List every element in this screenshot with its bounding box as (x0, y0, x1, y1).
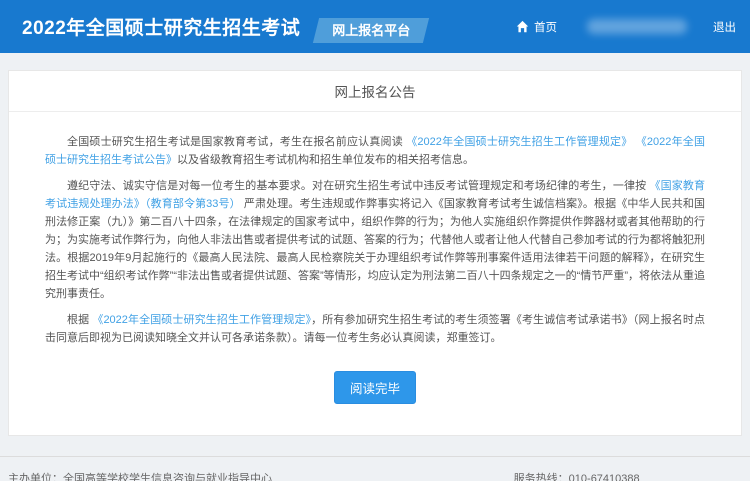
announcement-paragraph: 遵纪守法、诚实守信是对每一位考生的基本要求。对在研究生招生考试中违反考试管理规定… (45, 177, 705, 303)
announcement-text: 以及省级教育招生考试机构和招生单位发布的相关招考信息。 (177, 154, 474, 166)
announcement-text: 根据 (67, 314, 92, 326)
announcement-title: 网上报名公告 (9, 71, 741, 112)
home-icon (516, 20, 529, 33)
announcement-paragraph: 根据 《2022年全国硕士研究生招生工作管理规定》，所有参加研究生招生考试的考生… (45, 311, 705, 347)
home-link[interactable]: 首页 (516, 19, 557, 35)
app-header: 2022年全国硕士研究生招生考试 网上报名平台 首页 退出 (0, 0, 750, 53)
announcement-text: 全国硕士研究生招生考试是国家教育考试，考生在报名前应认真阅读 (67, 136, 406, 148)
platform-tab-label: 网上报名平台 (332, 23, 410, 38)
app-title: 2022年全国硕士研究生招生考试 (22, 13, 300, 40)
logout-link[interactable]: 退出 (713, 19, 736, 35)
announcement-link[interactable]: 《2022年全国硕士研究生招生工作管理规定》 (92, 314, 311, 326)
announcement-text: 严肃处理。考生违规或作弊事实将记入《国家教育考试考生诚信档案》。根据《中华人民共… (45, 198, 705, 300)
username-redacted (587, 19, 687, 34)
announcement-paragraph: 全国硕士研究生招生考试是国家教育考试，考生在报名前应认真阅读 《2022年全国硕… (45, 133, 705, 169)
footer-left: 主办单位：全国高等学校学生信息咨询与就业指导中心 Copyright © 200… (8, 469, 272, 481)
home-label: 首页 (534, 19, 557, 35)
footer-right: 服务热线：010-67410388 客服邮箱：kefu#chsi.com.cn … (514, 469, 740, 481)
footer-hotline-line: 服务热线：010-67410388 (514, 469, 740, 481)
announcement-text: 遵纪守法、诚实守信是对每一位考生的基本要求。对在研究生招生考试中违反考试管理规定… (67, 180, 649, 192)
announcement-body: 全国硕士研究生招生考试是国家教育考试，考生在报名前应认真阅读 《2022年全国硕… (9, 112, 741, 347)
read-complete-button[interactable]: 阅读完毕 (334, 371, 416, 404)
button-row: 阅读完毕 (9, 355, 741, 435)
header-nav: 首页 退出 (516, 19, 736, 35)
footer-host-line: 主办单位：全国高等学校学生信息咨询与就业指导中心 (8, 469, 272, 481)
platform-tab: 网上报名平台 (316, 18, 426, 43)
page-footer: 主办单位：全国高等学校学生信息咨询与就业指导中心 Copyright © 200… (0, 456, 750, 481)
announcement-link[interactable]: 《2022年全国硕士研究生招生工作管理规定》 (406, 136, 632, 148)
announcement-card: 网上报名公告 全国硕士研究生招生考试是国家教育考试，考生在报名前应认真阅读 《2… (8, 70, 742, 436)
